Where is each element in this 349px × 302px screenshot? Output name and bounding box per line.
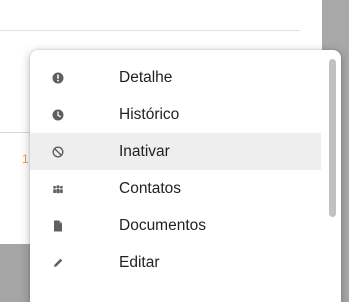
page: 1 Detalhe Histórico Inativar Contatos Do… [0,0,349,302]
menu-item-label: Contatos [119,180,182,197]
ban-icon [52,145,64,158]
menu-item-label: Histórico [119,106,180,123]
menu-item-contatos[interactable]: Contatos [30,170,321,207]
menu-item-documentos[interactable]: Documentos [30,207,321,244]
actions-dropdown-menu: Detalhe Histórico Inativar Contatos Docu… [30,50,341,302]
file-icon [52,220,64,232]
clock-icon [52,109,64,121]
menu-item-label: Documentos [119,217,207,234]
users-icon [52,183,64,195]
info-circle-icon [52,72,64,84]
menu-item-historico[interactable]: Histórico [30,96,321,133]
background-divider-top [0,30,300,31]
pencil-icon [52,257,64,269]
background-text-fragment: 1 [22,152,29,166]
menu-item-label: Detalhe [119,69,173,86]
menu-item-editar[interactable]: Editar [30,244,321,281]
menu-item-label: Inativar [119,143,170,160]
menu-item-label: Editar [119,254,160,271]
menu-scrollbar-thumb[interactable] [329,59,336,217]
menu-item-inativar[interactable]: Inativar [30,133,321,170]
menu-item-detalhe[interactable]: Detalhe [30,59,321,96]
